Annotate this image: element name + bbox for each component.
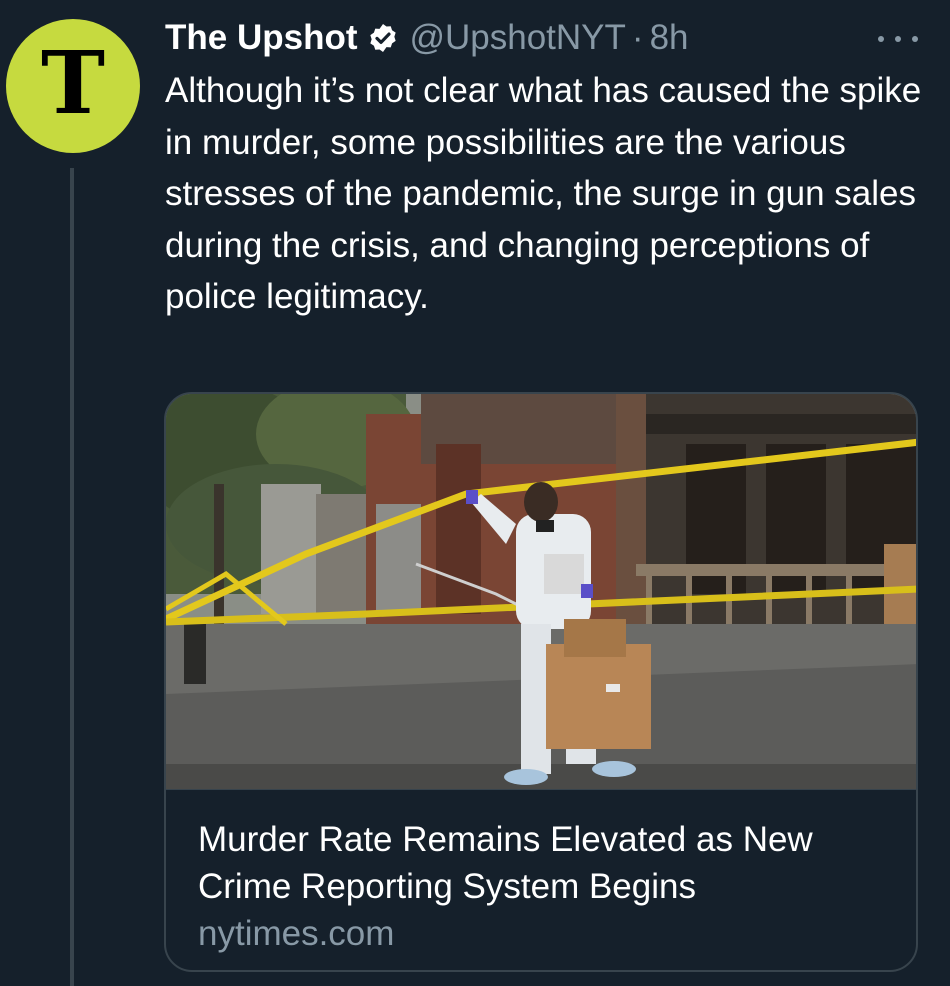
crime-scene-photo (166, 394, 916, 789)
tweet-timestamp[interactable]: 8h (650, 18, 689, 58)
card-domain: nytimes.com (198, 914, 395, 953)
separator-dot: · (631, 18, 644, 57)
card-body[interactable]: Murder Rate Remains Elevated as New Crim… (166, 789, 916, 970)
profile-avatar[interactable]: T (6, 19, 140, 153)
more-options-icon[interactable] (878, 24, 918, 54)
tweet-text: Although it’s not clear what has caused … (165, 71, 922, 316)
nyt-logo-letter: T (41, 33, 105, 134)
card-headline: Murder Rate Remains Elevated as New Crim… (198, 820, 813, 906)
tweet[interactable]: T The Upshot @UpshotNYT · 8h Although it… (0, 0, 950, 986)
verified-badge-icon (367, 22, 399, 54)
thread-line (70, 168, 74, 986)
tweet-header: The Upshot @UpshotNYT · 8h (165, 14, 930, 62)
card-image (166, 394, 916, 789)
link-card[interactable]: Murder Rate Remains Elevated as New Crim… (164, 392, 918, 972)
display-name[interactable]: The Upshot (165, 18, 357, 58)
user-handle[interactable]: @UpshotNYT (409, 18, 625, 58)
